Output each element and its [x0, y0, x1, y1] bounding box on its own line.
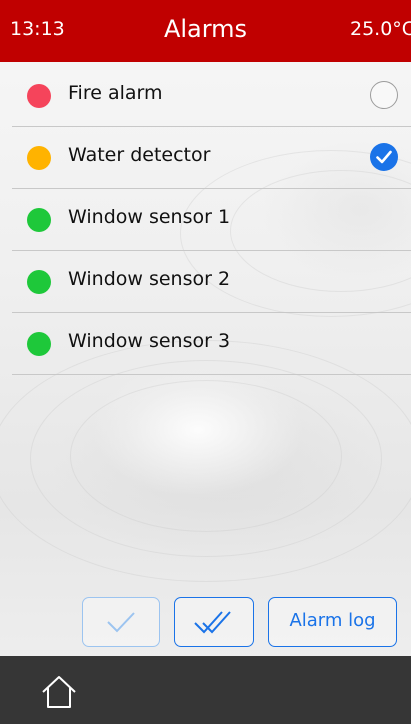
acknowledge-all-button[interactable]: [174, 597, 254, 647]
alarm-label: Fire alarm: [68, 82, 163, 104]
temperature-readout: 25.0°C: [350, 18, 411, 40]
alarm-row-water[interactable]: Water detector: [12, 127, 411, 189]
status-dot: [27, 146, 51, 170]
alarm-log-label: Alarm log: [289, 610, 376, 631]
status-dot: [27, 208, 51, 232]
checked-circle-icon[interactable]: [370, 143, 398, 171]
alarm-row-window-1[interactable]: Window sensor 1: [12, 189, 411, 251]
alarm-row-window-3[interactable]: Window sensor 3: [12, 313, 411, 375]
home-icon[interactable]: [40, 674, 78, 710]
acknowledge-button[interactable]: [82, 597, 160, 647]
check-icon: [107, 612, 135, 633]
alarm-row-fire[interactable]: Fire alarm: [12, 65, 411, 127]
alarm-list: Fire alarm Water detector Window sensor …: [12, 65, 411, 375]
double-check-icon: [194, 611, 231, 634]
status-dot: [27, 332, 51, 356]
status-dot: [27, 84, 51, 108]
alarm-label: Window sensor 3: [68, 330, 231, 352]
alarm-row-window-2[interactable]: Window sensor 2: [12, 251, 411, 313]
bottom-bar: [0, 656, 411, 724]
alarms-screen: 13:13 Alarms 25.0°C Fire alarm Water det…: [0, 0, 411, 724]
status-dot: [27, 270, 51, 294]
alarm-label: Window sensor 1: [68, 206, 231, 228]
alarm-label: Water detector: [68, 144, 211, 166]
sand-ring: [0, 340, 411, 582]
alarm-label: Window sensor 2: [68, 268, 231, 290]
unchecked-circle-icon[interactable]: [370, 81, 398, 109]
check-icon: [376, 150, 392, 164]
alarm-log-button[interactable]: Alarm log: [268, 597, 397, 647]
title-bar: 13:13 Alarms 25.0°C: [0, 0, 411, 62]
